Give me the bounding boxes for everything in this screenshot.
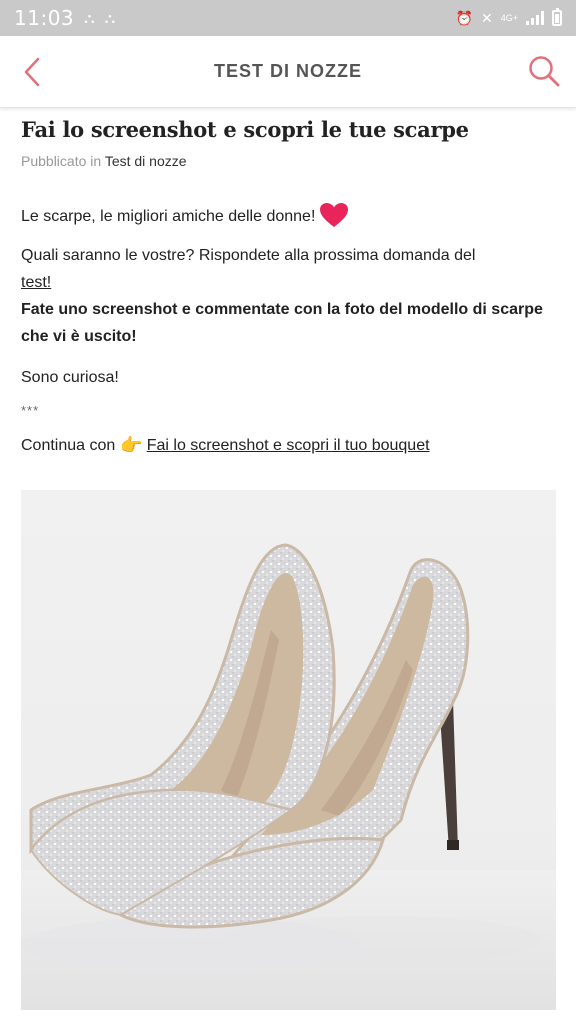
article-image[interactable] bbox=[21, 490, 556, 1010]
question-text: Quali saranno le vostre? Rispondete alla… bbox=[21, 247, 476, 264]
status-bar: 11:03 ⛬ ⛬ ⏰ ✕ 4G+ bbox=[0, 0, 576, 36]
meta-prefix: Pubblicato in bbox=[21, 153, 102, 169]
app-header: TEST DI NOZZE bbox=[0, 36, 576, 108]
test-link[interactable]: test! bbox=[21, 274, 51, 291]
instruction-text: Fate uno screenshot e commentate con la … bbox=[21, 301, 543, 345]
curious-text: Sono curiosa! bbox=[21, 369, 119, 386]
shoes-illustration bbox=[21, 543, 556, 1010]
article-content: Fai lo screenshot e scopri le tue scarpe… bbox=[21, 108, 556, 459]
signal-icon bbox=[526, 11, 544, 25]
intro-paragraph: Le scarpe, le migliori amiche delle donn… bbox=[21, 202, 556, 230]
article-title: Fai lo screenshot e scopri le tue scarpe bbox=[21, 117, 469, 142]
notification-icon: ⛬ bbox=[84, 9, 95, 27]
network-type-label: 4G+ bbox=[500, 12, 518, 23]
separator: *** bbox=[21, 403, 40, 418]
continue-paragraph: Continua con 👉 Fai lo screenshot e scopr… bbox=[21, 432, 556, 459]
meta-category-link[interactable]: Test di nozze bbox=[105, 153, 187, 169]
question-paragraph: Quali saranno le vostre? Rispondete alla… bbox=[21, 242, 556, 350]
mute-icon: ✕ bbox=[481, 9, 493, 26]
article-meta: Pubblicato in Test di nozze bbox=[21, 153, 556, 169]
continue-link[interactable]: Fai lo screenshot e scopri il tuo bouque… bbox=[147, 432, 430, 459]
continue-prefix: Continua con bbox=[21, 437, 116, 454]
page-title: TEST DI NOZZE bbox=[214, 61, 362, 81]
chevron-left-icon bbox=[24, 57, 40, 87]
intro-text: Le scarpe, le migliori amiche delle donn… bbox=[21, 208, 316, 225]
heart-icon bbox=[320, 202, 349, 227]
alarm-icon: ⏰ bbox=[455, 9, 473, 26]
pointing-hand-icon: 👉 bbox=[120, 435, 143, 455]
status-left: 11:03 ⛬ ⛬ bbox=[14, 6, 115, 30]
status-right: ⏰ ✕ 4G+ bbox=[455, 8, 562, 27]
search-button[interactable] bbox=[526, 53, 562, 89]
back-button[interactable] bbox=[14, 54, 50, 90]
notification-icon: ⛬ bbox=[104, 9, 116, 27]
battery-icon bbox=[552, 8, 562, 26]
status-time: 11:03 bbox=[14, 6, 75, 30]
search-icon bbox=[529, 56, 560, 87]
